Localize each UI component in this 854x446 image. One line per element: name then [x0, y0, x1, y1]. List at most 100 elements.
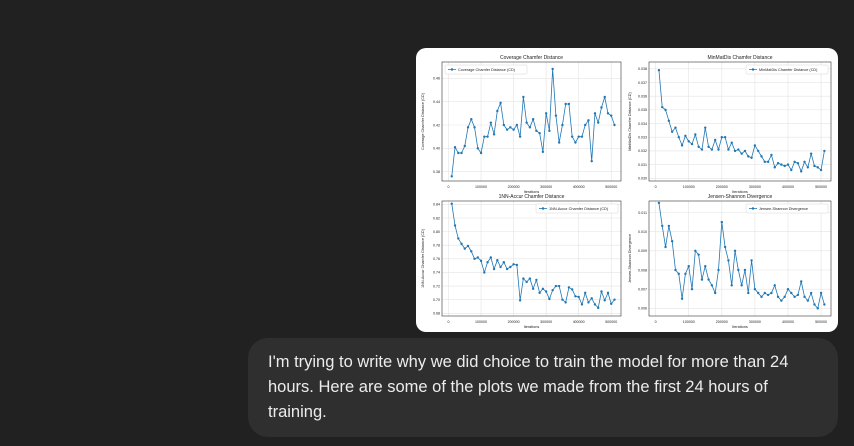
user-message-text: I'm trying to write why we did choice to…: [268, 353, 789, 421]
chart-title: MinMatDis Chamfer Distance: [707, 55, 772, 61]
data-point: [450, 202, 453, 205]
data-point: [606, 291, 610, 295]
data-point: [466, 244, 470, 248]
data-point: [613, 298, 616, 301]
x-tick-label: 0: [448, 185, 450, 189]
data-point: [747, 155, 750, 158]
series-line: [658, 202, 825, 310]
data-point: [727, 259, 730, 262]
x-tick-label: 400000: [573, 320, 585, 324]
data-point: [512, 263, 515, 266]
data-point: [697, 145, 700, 149]
data-point: [577, 295, 580, 299]
data-point: [479, 151, 483, 155]
data-point: [694, 249, 697, 253]
data-point: [743, 149, 747, 153]
data-point: [757, 291, 760, 295]
x-tick-label: 200000: [716, 320, 728, 324]
data-point: [502, 123, 506, 127]
data-point: [773, 166, 776, 169]
x-tick-label: 100000: [683, 320, 695, 324]
legend-marker: [751, 207, 755, 210]
series-line: [451, 203, 615, 309]
data-point: [707, 145, 710, 149]
series-line: [658, 70, 825, 173]
x-tick-label: 400000: [782, 185, 794, 189]
data-point: [457, 151, 460, 155]
data-point: [460, 242, 463, 246]
data-point: [610, 302, 613, 305]
plots-figure: 0 100000 200000 300000 400000 500000 0.38 0.40 0…: [421, 55, 832, 329]
y-tick-label: 0.031: [638, 163, 647, 167]
data-point: [505, 128, 509, 131]
data-point: [567, 286, 571, 289]
attached-plots-image[interactable]: 0 100000 200000 300000 400000 500000 0.38 0.40 0…: [416, 48, 838, 332]
data-point: [796, 293, 800, 297]
y-tick-label: 0.038: [638, 67, 647, 71]
data-point: [677, 272, 680, 276]
x-tick-label: 300000: [749, 320, 761, 324]
legend-marker: [541, 207, 545, 210]
data-point: [525, 121, 528, 124]
data-point: [457, 237, 460, 240]
data-point: [551, 67, 554, 71]
data-point: [541, 287, 545, 290]
data-point: [584, 291, 587, 295]
data-point: [783, 295, 786, 299]
x-tick-label: 500000: [815, 185, 827, 189]
x-axis-label: Iterations: [524, 325, 540, 329]
data-point: [479, 259, 483, 263]
data-point: [486, 135, 489, 138]
data-point: [528, 126, 532, 129]
data-point: [770, 153, 773, 157]
data-point: [710, 148, 714, 151]
data-point: [737, 268, 740, 272]
data-point: [753, 287, 757, 291]
data-point: [690, 142, 694, 146]
data-point: [740, 284, 743, 287]
data-point: [816, 166, 819, 169]
data-point: [661, 224, 664, 228]
data-point: [677, 136, 680, 139]
data-point: [674, 268, 677, 272]
data-point: [535, 129, 538, 133]
data-point: [793, 295, 796, 299]
data-point: [564, 102, 567, 106]
data-point: [783, 164, 786, 168]
y-tick-label: 0.033: [638, 136, 647, 140]
x-tick-label: 0: [655, 185, 657, 189]
x-tick-label: 0: [448, 320, 450, 324]
y-tick-label: 0.84: [433, 203, 440, 207]
data-point: [766, 160, 770, 164]
data-point: [717, 148, 720, 151]
data-point: [574, 141, 577, 144]
data-point: [463, 247, 466, 250]
x-tick-label: 500000: [605, 185, 617, 189]
data-point: [664, 245, 667, 249]
data-point: [580, 303, 584, 306]
data-point: [574, 295, 577, 298]
legend-label: 1NN-Accur Chamfer Distance (CD): [549, 207, 609, 211]
data-point: [522, 95, 525, 99]
x-tick-label: 0: [655, 320, 657, 324]
y-tick-label: 0.009: [638, 249, 647, 253]
data-point: [740, 152, 743, 155]
x-tick-label: 100000: [683, 185, 695, 189]
y-tick-label: 0.034: [638, 122, 647, 126]
data-point: [753, 144, 757, 147]
y-axis-label: 1NN-Accur Chamfer Distance (CD): [421, 228, 425, 288]
data-point: [757, 149, 760, 153]
data-point: [483, 135, 486, 138]
data-point: [687, 140, 690, 143]
y-tick-label: 0.037: [638, 81, 647, 85]
data-point: [803, 160, 806, 164]
legend-marker: [751, 68, 755, 71]
data-point: [593, 303, 597, 306]
data-point: [613, 123, 616, 127]
y-tick-label: 0.036: [638, 94, 647, 98]
y-tick-label: 0.006: [638, 307, 647, 311]
data-point: [528, 277, 532, 280]
data-point: [766, 293, 770, 297]
data-point: [813, 164, 816, 168]
data-point: [773, 284, 776, 287]
